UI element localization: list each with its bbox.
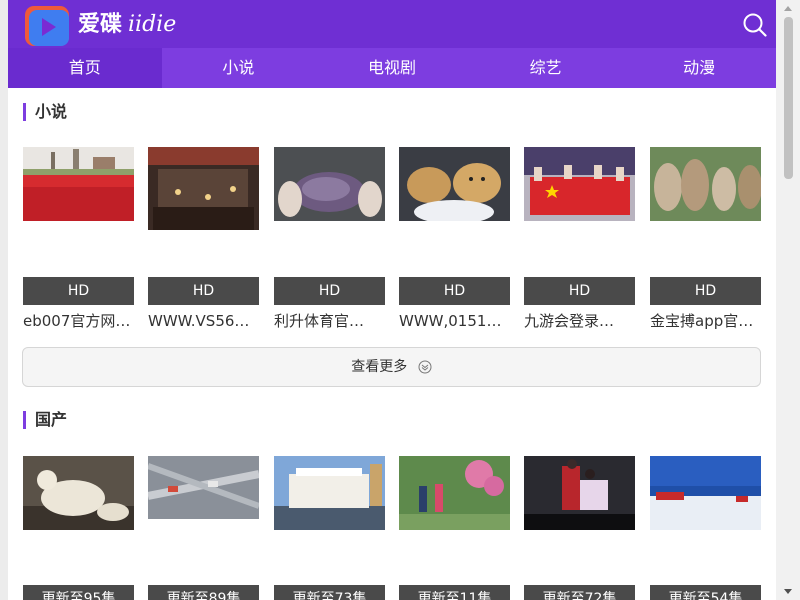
hd-badge: HD <box>650 277 761 305</box>
view-more-button[interactable]: 查看更多 <box>22 347 761 387</box>
scrollbar-thumb[interactable] <box>784 17 793 179</box>
update-badge: 更新至72集 <box>524 585 635 600</box>
thumbnail-image[interactable] <box>148 147 259 230</box>
thumbnail-image[interactable] <box>650 147 761 221</box>
nav-item-tv[interactable]: 电视剧 <box>315 48 469 88</box>
nav-item-variety[interactable]: 综艺 <box>469 48 623 88</box>
card-title[interactable]: 金宝搏app官… <box>650 311 761 331</box>
logo-icon[interactable] <box>22 4 70 48</box>
thumbnail-image[interactable] <box>274 147 385 221</box>
thumbnail-image[interactable] <box>23 456 134 530</box>
thumbnail-image[interactable] <box>399 147 510 221</box>
nav-item-novel[interactable]: 小说 <box>162 48 316 88</box>
card-title[interactable]: 利升体育官… <box>274 311 385 331</box>
thumbnail-image[interactable] <box>23 147 134 221</box>
page: 爱碟 iidie 首页 小说 电视剧 综艺 动漫 小说 HD eb007官方网…… <box>8 0 776 600</box>
header: 爱碟 iidie <box>8 0 776 48</box>
thumbnail-image[interactable] <box>650 456 761 530</box>
section-title-domestic: 国产 <box>23 411 67 429</box>
view-more-label: 查看更多 <box>351 359 408 375</box>
nav-item-home[interactable]: 首页 <box>8 48 162 88</box>
thumbnail-image[interactable] <box>399 456 510 530</box>
card-title[interactable]: WWW.VS56… <box>148 311 259 331</box>
thumbnail-image[interactable] <box>524 147 635 221</box>
main-nav: 首页 小说 电视剧 综艺 动漫 <box>8 48 776 88</box>
search-icon[interactable] <box>742 12 768 38</box>
thumbnail-image[interactable] <box>148 456 259 519</box>
brand[interactable]: 爱碟 iidie <box>78 11 176 39</box>
card-title[interactable]: eb007官方网… <box>23 311 134 331</box>
hd-badge: HD <box>148 277 259 305</box>
hd-badge: HD <box>274 277 385 305</box>
page-scrollbar[interactable] <box>776 0 800 600</box>
thumbnail-image[interactable] <box>524 456 635 530</box>
card-title[interactable]: 九游会登录… <box>524 311 635 331</box>
section-title-novel: 小说 <box>23 103 67 121</box>
update-badge: 更新至54集 <box>650 585 761 600</box>
update-badge: 更新至11集 <box>399 585 510 600</box>
update-badge: 更新至89集 <box>148 585 259 600</box>
scroll-down-arrow-icon[interactable] <box>776 583 800 600</box>
brand-en: iidie <box>128 12 177 37</box>
hd-badge: HD <box>399 277 510 305</box>
chevron-down-icon <box>418 360 432 374</box>
hd-badge: HD <box>23 277 134 305</box>
brand-cn: 爱碟 <box>78 12 123 37</box>
update-badge: 更新至73集 <box>274 585 385 600</box>
card-title[interactable]: WWW,01511… <box>399 311 510 331</box>
scroll-up-arrow-icon[interactable] <box>776 0 800 17</box>
update-badge: 更新至95集 <box>23 585 134 600</box>
nav-item-anime[interactable]: 动漫 <box>622 48 776 88</box>
thumbnail-image[interactable] <box>274 456 385 530</box>
hd-badge: HD <box>524 277 635 305</box>
